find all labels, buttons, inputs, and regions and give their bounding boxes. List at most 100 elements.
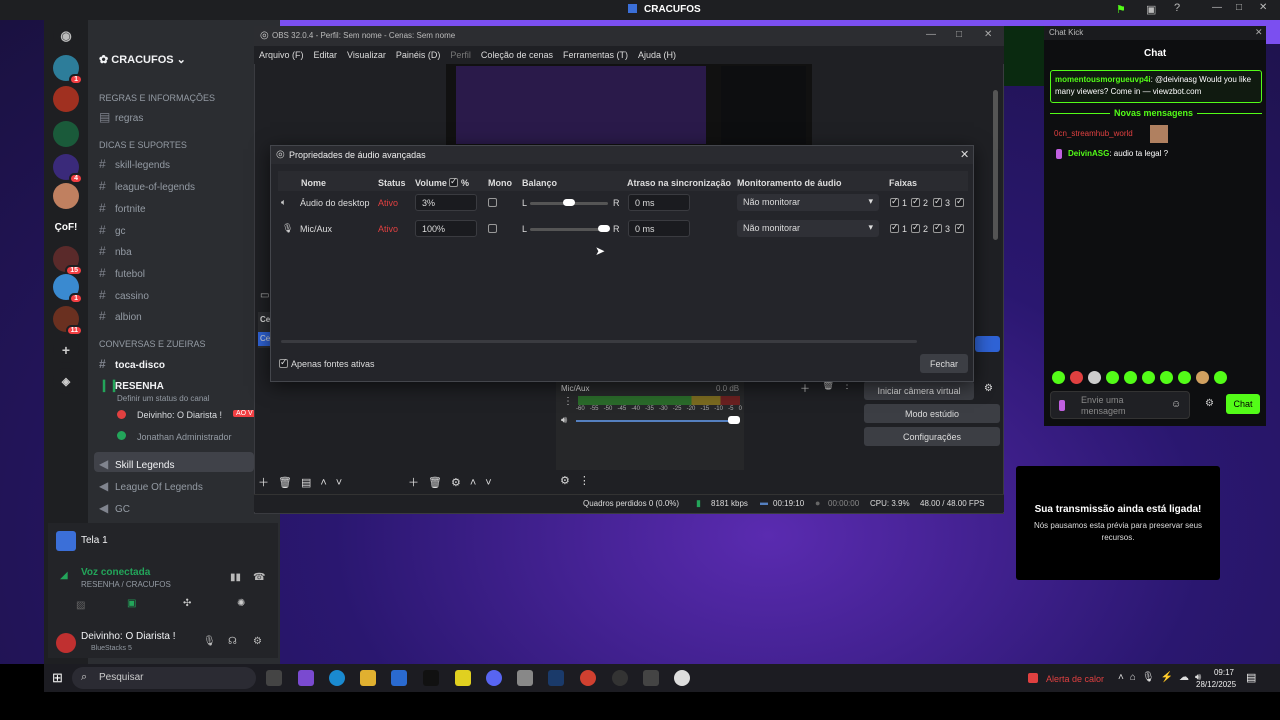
voice-location[interactable]: RESENHA / CRACUFOS [81,580,171,589]
close-icon[interactable]: ✕ [960,148,969,161]
obs-scrollbar[interactable] [993,90,998,240]
send-chat-button[interactable]: Chat [1226,394,1260,414]
emote-icon[interactable] [1142,371,1155,384]
screen-icon[interactable]: ▣ [127,598,136,609]
monitoring-select[interactable]: Não monitorar ▾ [737,194,879,211]
emote-icon[interactable] [1160,371,1173,384]
balance-slider-knob[interactable] [598,225,611,232]
headphones-icon[interactable]: ☊ [228,636,237,647]
minimize-icon[interactable]: — [1212,2,1222,13]
track-checkbox[interactable] [911,222,920,233]
help-icon[interactable]: ? [1174,2,1180,14]
server-icon[interactable] [53,121,79,147]
edge-icon[interactable] [329,670,345,686]
taskbar-app-icon[interactable] [674,670,690,686]
emote-icon[interactable] [1214,371,1227,384]
add-icon[interactable]: ＋ [800,380,810,395]
menu-paineis[interactable]: Painéis (D) [396,50,441,60]
close-icon[interactable]: ✕ [1259,2,1267,13]
voice-channel-resenha[interactable]: ❙❙RESENHA [99,378,164,392]
chrome-icon[interactable] [580,670,596,686]
taskbar-app-icon[interactable] [455,670,471,686]
start-stream-button[interactable] [975,336,1000,352]
notification-icon[interactable]: ▤ [1246,671,1256,684]
chat-input[interactable]: Envie uma mensagem ☺ [1050,391,1190,419]
server-name[interactable]: ✿ CRACUFOS ⌄ [99,53,186,66]
emote-icon[interactable] [1196,371,1209,384]
volume-spinbox[interactable]: 100% [415,220,477,237]
server-icon[interactable]: 11 [53,306,83,336]
mixer-toolbar[interactable]: ⚙⋮ [560,474,599,487]
channel-nba[interactable]: # nba [99,244,132,258]
menu-perfil[interactable]: Perfil [450,50,471,60]
virtual-camera-button[interactable]: Iniciar câmera virtual [864,381,974,400]
server-icon[interactable]: 15 [53,246,83,276]
track-checkbox[interactable] [933,222,942,233]
inbox-icon[interactable]: ▣ [1146,3,1156,16]
server-icon[interactable] [53,183,79,209]
obs-preview[interactable] [446,64,812,146]
monitor-icon[interactable]: ▭ [260,290,269,301]
server-icon[interactable]: 4 [53,154,83,184]
disconnect-icon[interactable]: ☎ [253,572,265,583]
active-only-checkbox[interactable] [279,357,288,368]
emoji-icon[interactable]: ☺ [1171,399,1181,410]
track-checkbox[interactable] [911,196,920,207]
studio-mode-button[interactable]: Modo estúdio [864,404,1000,423]
settings-gear-icon[interactable]: ⚙ [1205,398,1214,409]
menu-ajuda[interactable]: Ajuda (H) [638,50,676,60]
discord-home-icon[interactable]: ◉ [53,23,79,49]
menu-arquivo[interactable]: Arquivo (F) [259,50,304,60]
channel-cassino[interactable]: # cassino [99,288,149,302]
copilot-icon[interactable] [298,670,314,686]
sync-spinbox[interactable]: 0 ms [628,220,690,237]
maximize-icon[interactable]: □ [1236,2,1242,13]
track-checkbox[interactable] [890,222,899,233]
percent-checkbox[interactable] [449,176,458,187]
horizontal-scrollbar[interactable] [281,340,917,343]
channel-gc[interactable]: # gc [99,223,126,237]
category-conversas[interactable]: CONVERSAS E ZUEIRAS [99,339,206,349]
channel-fortnite[interactable]: # fortnite [99,201,146,215]
track-checkbox[interactable] [955,196,964,207]
chat-username[interactable]: DeivinASG [1068,149,1109,158]
steam-icon[interactable] [548,670,564,686]
taskbar-app-icon[interactable] [643,670,659,686]
explore-icon[interactable]: ◈ [53,368,79,394]
volume-slider-knob[interactable] [728,416,740,424]
volume-spinbox[interactable]: 3% [415,194,477,211]
server-icon[interactable]: 1 [53,274,83,304]
obs-icon[interactable] [612,670,628,686]
chat-username[interactable]: 0cn_streamhub_world [1054,129,1133,138]
track-checkbox[interactable] [890,196,899,207]
emote-icon[interactable] [1106,371,1119,384]
voice-channel-league[interactable]: ◀ League Of Legends [99,479,203,493]
voice-user-name[interactable]: Jonathan Administrador [137,432,232,442]
task-view-icon[interactable] [266,670,282,686]
discord-icon[interactable] [486,670,502,686]
windows-start-icon[interactable]: ⊞ [52,670,63,686]
channel-toca-disco[interactable]: # toca-disco [99,357,165,371]
mono-checkbox[interactable] [488,224,497,233]
emote-icon[interactable] [1088,371,1101,384]
voice-user-name[interactable]: Deivinho: O Diarista ! [137,410,222,420]
clock-time[interactable]: 09:17 [1198,668,1234,677]
monitoring-select[interactable]: Não monitorar ▾ [737,220,879,237]
minimize-icon[interactable]: — [926,29,936,40]
balance-slider-knob[interactable] [563,199,575,206]
menu-ferramentas[interactable]: Ferramentas (T) [563,50,628,60]
tiktok-icon[interactable] [423,670,439,686]
voice-channel-skill-legends[interactable]: ◀ Skill Legends [99,457,174,471]
effects-icon[interactable]: ✺ [237,598,245,609]
menu-editar[interactable]: Editar [314,50,338,60]
channel-futebol[interactable]: # futebol [99,266,145,280]
system-tray[interactable]: ˄⌂🎙︎⚡☁🔊︎ [1118,672,1207,683]
heat-alert[interactable]: Alerta de calor [1046,674,1104,684]
channel-regras[interactable]: ▤ regras [99,110,143,124]
taskbar-app-icon[interactable] [517,670,533,686]
track-checkbox[interactable] [955,222,964,233]
soundboard-icon[interactable]: ▮▮ [230,572,241,583]
file-explorer-icon[interactable] [360,670,376,686]
settings-button[interactable]: Configurações [864,427,1000,446]
close-icon[interactable]: ✕ [1255,27,1263,38]
